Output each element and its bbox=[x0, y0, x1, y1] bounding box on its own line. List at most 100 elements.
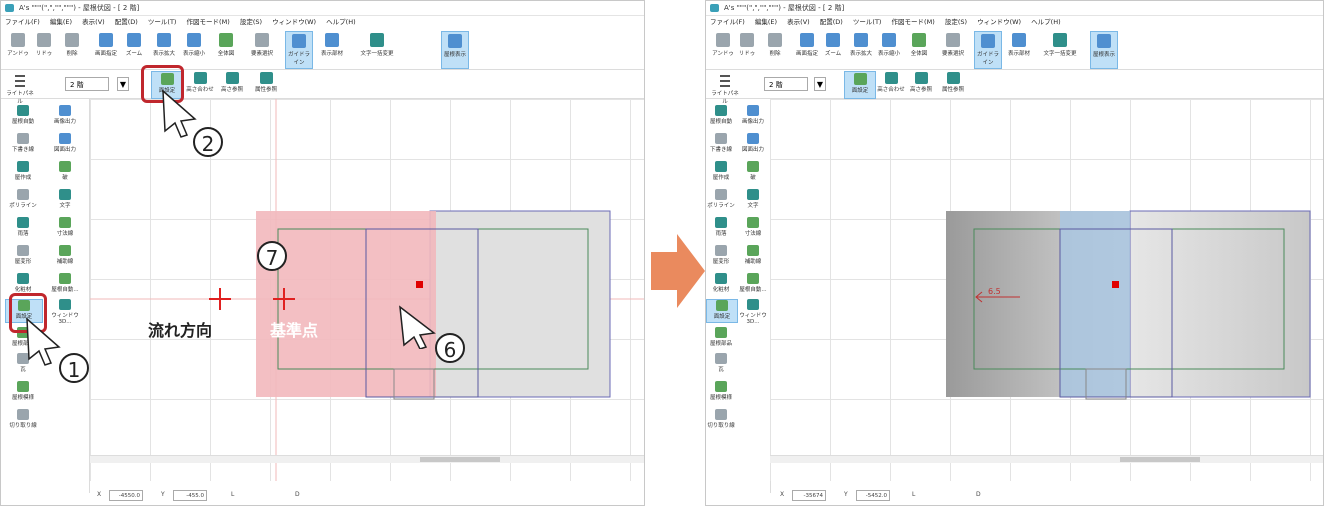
redo-button[interactable]: リドゥ bbox=[31, 31, 57, 67]
sidebar-item-tile[interactable]: 瓦 bbox=[706, 353, 736, 375]
x-coordinate[interactable]: -35674 bbox=[792, 490, 826, 501]
chevron-down-icon[interactable]: ▼ bbox=[117, 77, 129, 91]
menu-tool[interactable]: ツール(T) bbox=[853, 18, 882, 26]
height-ref-button[interactable]: 高さ参照 bbox=[217, 71, 247, 97]
sidebar-item-break[interactable]: 破 bbox=[47, 161, 83, 183]
sidebar-item-roof-parts[interactable]: 屋根部品 bbox=[706, 327, 736, 349]
menu-window[interactable]: ウィンドウ(W) bbox=[977, 18, 1021, 26]
sidebar-item-window3d[interactable]: ウィンドウ3D... bbox=[738, 299, 768, 325]
undo-button[interactable]: アンドゥ bbox=[5, 31, 31, 67]
menu-help[interactable]: ヘルプ(H) bbox=[1031, 18, 1060, 26]
guideline-button[interactable]: ガイドライン bbox=[285, 31, 313, 69]
height-align-button[interactable]: 高さ合わせ bbox=[876, 71, 906, 97]
menu-settings[interactable]: 設定(S) bbox=[240, 18, 262, 26]
sidebar-item-draft-line[interactable]: 下書き線 bbox=[706, 133, 736, 155]
sidebar-item-break[interactable]: 破 bbox=[738, 161, 768, 183]
sidebar-item-roof-auto2[interactable]: 屋根自動... bbox=[738, 273, 768, 295]
sidebar-item-roof-deform[interactable]: 屋変形 bbox=[5, 245, 41, 267]
sidebar-item-roof-create[interactable]: 屋作成 bbox=[5, 161, 41, 183]
menu-help[interactable]: ヘルプ(H) bbox=[326, 18, 355, 26]
sidebar-item-roof-auto2[interactable]: 屋根自動... bbox=[47, 273, 83, 295]
attr-ref-button[interactable]: 属性参照 bbox=[251, 71, 281, 97]
face-setting-button[interactable]: 面設定 bbox=[844, 71, 876, 99]
sidebar-item-drawing-output[interactable]: 図面出力 bbox=[738, 133, 768, 155]
menu-place[interactable]: 配置(D) bbox=[820, 18, 843, 26]
sidebar-item-dimension[interactable]: 寸法線 bbox=[738, 217, 768, 239]
menu-file[interactable]: ファイル(F) bbox=[710, 18, 745, 26]
horizontal-scrollbar[interactable] bbox=[770, 455, 1323, 463]
menu-edit[interactable]: 編集(E) bbox=[50, 18, 72, 26]
scroll-thumb[interactable] bbox=[420, 457, 500, 462]
whole-view-button[interactable]: 全体図 bbox=[906, 31, 932, 67]
sidebar-item-face-setting[interactable]: 面設定 bbox=[706, 299, 738, 323]
menu-file[interactable]: ファイル(F) bbox=[5, 18, 40, 26]
roof-display-button[interactable]: 屋根表示 bbox=[1090, 31, 1118, 69]
zoom-out-button[interactable]: 表示縮小 bbox=[181, 31, 207, 67]
display-parts-button[interactable]: 表示部材 bbox=[319, 31, 345, 67]
sidebar-item-dimension[interactable]: 寸法線 bbox=[47, 217, 83, 239]
screen-select-button[interactable]: 画面指定 bbox=[794, 31, 820, 67]
sidebar-item-drawing-output[interactable]: 図面出力 bbox=[47, 133, 83, 155]
horizontal-scrollbar[interactable] bbox=[90, 455, 644, 463]
sidebar-item-aux-line[interactable]: 補助線 bbox=[47, 245, 83, 267]
menu-tool[interactable]: ツール(T) bbox=[148, 18, 177, 26]
sidebar-item-draft-line[interactable]: 下書き線 bbox=[5, 133, 41, 155]
sidebar-item-cut-line[interactable]: 切り取り線 bbox=[5, 409, 41, 431]
sidebar-item-image-output[interactable]: 画像出力 bbox=[738, 105, 768, 127]
zoom-in-button[interactable]: 表示拡大 bbox=[151, 31, 177, 67]
menu-place[interactable]: 配置(D) bbox=[115, 18, 138, 26]
zoom-in-button[interactable]: 表示拡大 bbox=[848, 31, 874, 67]
delete-button[interactable]: 削除 bbox=[762, 31, 788, 67]
scroll-thumb[interactable] bbox=[1120, 457, 1200, 462]
whole-view-button[interactable]: 全体図 bbox=[213, 31, 239, 67]
display-parts-button[interactable]: 表示部材 bbox=[1006, 31, 1032, 67]
sidebar-item-polyline[interactable]: ポリライン bbox=[706, 189, 736, 211]
delete-button[interactable]: 削除 bbox=[59, 31, 85, 67]
sidebar-item-polyline[interactable]: ポリライン bbox=[5, 189, 41, 211]
menu-settings[interactable]: 設定(S) bbox=[945, 18, 967, 26]
sidebar-item-text[interactable]: 文字 bbox=[738, 189, 768, 211]
sidebar-item-decor[interactable]: 化粧材 bbox=[706, 273, 736, 295]
sidebar-item-roof-auto[interactable]: 屋根自動 bbox=[5, 105, 41, 127]
sidebar-item-roof-create[interactable]: 屋作成 bbox=[706, 161, 736, 183]
menu-mode[interactable]: 作図モード(M) bbox=[892, 18, 935, 26]
sidebar-item-text[interactable]: 文字 bbox=[47, 189, 83, 211]
element-select-button[interactable]: 要素選択 bbox=[249, 31, 275, 67]
redo-button[interactable]: リドゥ bbox=[734, 31, 760, 67]
menu-edit[interactable]: 編集(E) bbox=[755, 18, 777, 26]
height-ref-button[interactable]: 高さ参照 bbox=[906, 71, 936, 97]
y-coordinate[interactable]: -455.0 bbox=[173, 490, 207, 501]
x-coordinate[interactable]: -4550.0 bbox=[109, 490, 143, 501]
drawing-canvas[interactable]: 6.5 bbox=[770, 99, 1323, 481]
menu-mode[interactable]: 作図モード(M) bbox=[187, 18, 230, 26]
menu-window[interactable]: ウィンドウ(W) bbox=[272, 18, 316, 26]
menu-view[interactable]: 表示(V) bbox=[82, 18, 105, 26]
sidebar-item-decor[interactable]: 化粧材 bbox=[5, 273, 41, 295]
text-bulk-change-button[interactable]: 文字一括変更 bbox=[357, 31, 397, 67]
sidebar-item-roof-pattern[interactable]: 屋根模様 bbox=[5, 381, 41, 403]
floor-select[interactable]: 2 階 bbox=[764, 77, 808, 91]
chevron-down-icon[interactable]: ▼ bbox=[814, 77, 826, 91]
text-bulk-change-button[interactable]: 文字一括変更 bbox=[1040, 31, 1080, 67]
sidebar-item-rain[interactable]: 雨落 bbox=[5, 217, 41, 239]
guideline-button[interactable]: ガイドライン bbox=[974, 31, 1002, 69]
sidebar-item-aux-line[interactable]: 補助線 bbox=[738, 245, 768, 267]
roof-display-button[interactable]: 屋根表示 bbox=[441, 31, 469, 69]
screen-select-button[interactable]: 画面指定 bbox=[93, 31, 119, 67]
sidebar-item-image-output[interactable]: 画像出力 bbox=[47, 105, 83, 127]
attr-ref-button[interactable]: 属性参照 bbox=[938, 71, 968, 97]
sidebar-item-roof-pattern[interactable]: 屋根模様 bbox=[706, 381, 736, 403]
zoom-out-button[interactable]: 表示縮小 bbox=[876, 31, 902, 67]
menu-view[interactable]: 表示(V) bbox=[787, 18, 810, 26]
sidebar-item-roof-auto[interactable]: 屋根自動 bbox=[706, 105, 736, 127]
sidebar-item-roof-deform[interactable]: 屋変形 bbox=[706, 245, 736, 267]
drawing-canvas[interactable]: 流れ方向 基準点 bbox=[90, 99, 644, 481]
sidebar-item-rain[interactable]: 雨落 bbox=[706, 217, 736, 239]
zoom-button[interactable]: ズーム bbox=[820, 31, 846, 67]
undo-button[interactable]: アンドゥ bbox=[710, 31, 736, 67]
y-coordinate[interactable]: -5452.0 bbox=[856, 490, 890, 501]
zoom-button[interactable]: ズーム bbox=[121, 31, 147, 67]
element-select-button[interactable]: 要素選択 bbox=[940, 31, 966, 67]
sidebar-item-cut-line[interactable]: 切り取り線 bbox=[706, 409, 736, 431]
floor-select[interactable]: 2 階 bbox=[65, 77, 109, 91]
